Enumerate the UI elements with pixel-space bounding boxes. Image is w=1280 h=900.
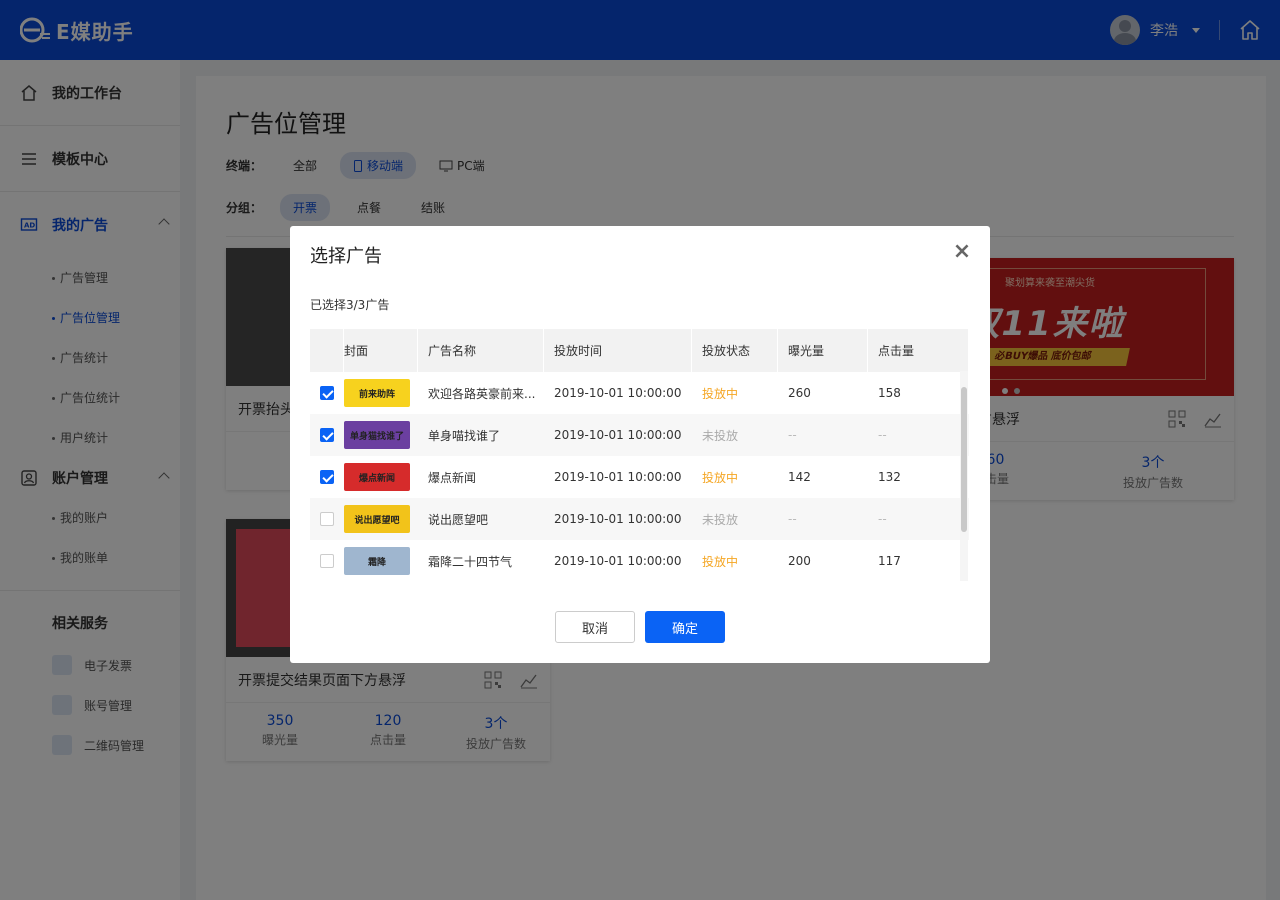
ad-thumbnail: 霜降 [344,547,410,575]
row-clicks: 132 [878,470,901,484]
table-scrollbar[interactable] [960,371,968,581]
table-body: 前来助阵 欢迎各路英豪前来... 2019-10-01 10:00:00 投放中 260… [310,372,969,582]
header-checkbox-col [310,329,344,372]
row-name: 单身喵找谁了 [428,428,501,443]
row-checkbox[interactable] [320,512,334,526]
row-time: 2019-10-01 10:00:00 [554,470,682,484]
row-cover: 单身猫找谁了 [344,414,418,456]
cancel-button[interactable]: 取消 [555,611,635,643]
ad-thumbnail: 前来助阵 [344,379,410,407]
row-exposure: 260 [788,386,811,400]
row-checkbox-cell [310,540,344,582]
table-row[interactable]: 说出愿望吧 说出愿望吧 2019-10-01 10:00:00 未投放 -- -- [310,498,969,540]
row-checkbox[interactable] [320,428,334,442]
row-status: 未投放 [702,512,739,527]
row-checkbox[interactable] [320,386,334,400]
row-clicks: -- [878,428,887,442]
row-name: 霜降二十四节气 [428,554,513,569]
dialog-title: 选择广告 [310,246,382,267]
row-time: 2019-10-01 10:00:00 [554,512,682,526]
row-name: 说出愿望吧 [428,512,489,527]
confirm-button[interactable]: 确定 [645,611,725,643]
row-status: 投放中 [702,554,739,569]
header-clicks: 点击量 [868,329,969,372]
ad-table: 封面 广告名称 投放时间 投放状态 曝光量 点击量 前来助阵 欢迎各路英豪前来..… [310,329,969,582]
row-exposure: 200 [788,554,811,568]
row-status: 投放中 [702,470,739,485]
row-time: 2019-10-01 10:00:00 [554,386,682,400]
row-exposure: -- [788,428,797,442]
row-time: 2019-10-01 10:00:00 [554,428,682,442]
selected-count: 已选择3/3广告 [310,298,390,312]
row-exposure: 142 [788,470,811,484]
row-clicks: 158 [878,386,901,400]
row-cover: 说出愿望吧 [344,498,418,540]
ad-thumbnail: 说出愿望吧 [344,505,410,533]
row-clicks: 117 [878,554,901,568]
header-name: 广告名称 [418,329,544,372]
row-checkbox-cell [310,456,344,498]
scrollbar-thumb[interactable] [961,387,967,532]
row-checkbox[interactable] [320,554,334,568]
row-name: 爆点新闻 [428,470,477,485]
row-cover: 爆点新闻 [344,456,418,498]
header-exposure: 曝光量 [778,329,868,372]
ad-thumbnail: 单身猫找谁了 [344,421,410,449]
row-cover: 前来助阵 [344,372,418,414]
row-checkbox-cell [310,372,344,414]
table-header: 封面 广告名称 投放时间 投放状态 曝光量 点击量 [310,329,969,372]
table-row[interactable]: 单身猫找谁了 单身喵找谁了 2019-10-01 10:00:00 未投放 -- -- [310,414,969,456]
table-row[interactable]: 霜降 霜降二十四节气 2019-10-01 10:00:00 投放中 200 117 [310,540,969,582]
header-cover: 封面 [344,329,418,372]
row-name: 欢迎各路英豪前来... [428,386,536,401]
row-exposure: -- [788,512,797,526]
row-checkbox-cell [310,414,344,456]
row-status: 未投放 [702,428,739,443]
header-status: 投放状态 [692,329,778,372]
close-icon[interactable]: × [952,241,972,263]
table-row[interactable]: 前来助阵 欢迎各路英豪前来... 2019-10-01 10:00:00 投放中 260… [310,372,969,414]
ad-thumbnail: 爆点新闻 [344,463,410,491]
row-clicks: -- [878,512,887,526]
select-ad-dialog: 选择广告 × 已选择3/3广告 封面 广告名称 投放时间 投放状态 曝光量 点击… [290,226,990,663]
row-status: 投放中 [702,386,739,401]
table-row[interactable]: 爆点新闻 爆点新闻 2019-10-01 10:00:00 投放中 142 132 [310,456,969,498]
row-checkbox-cell [310,498,344,540]
header-time: 投放时间 [544,329,692,372]
row-cover: 霜降 [344,540,418,582]
row-checkbox[interactable] [320,470,334,484]
row-time: 2019-10-01 10:00:00 [554,554,682,568]
